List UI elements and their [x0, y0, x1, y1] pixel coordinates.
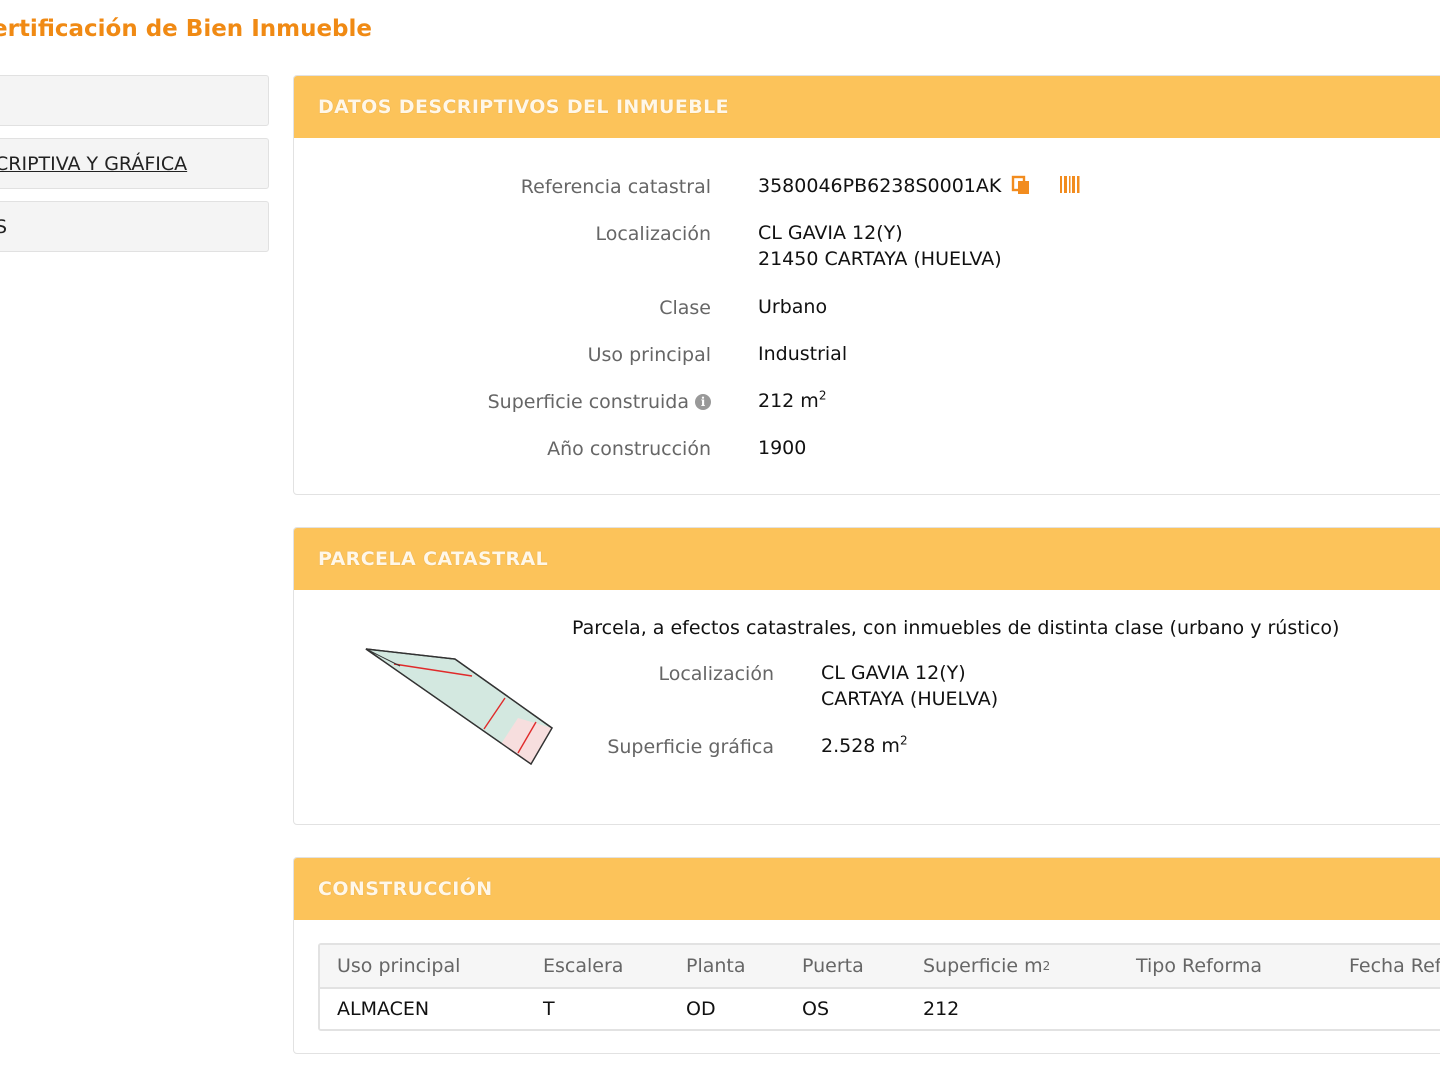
parcela-localizacion-label: Localización — [658, 663, 774, 685]
superficie-grafica-value: 2.528 m2 — [821, 733, 908, 759]
cell-planta: OD — [686, 998, 716, 1020]
cell-puerta: OS — [802, 998, 830, 1020]
localizacion-label: Localización — [595, 223, 711, 245]
cell-superficie: 212 — [923, 998, 960, 1020]
sidebar-item-3[interactable]: S — [0, 201, 269, 252]
superficie-grafica-label: Superficie gráfica — [607, 736, 774, 758]
localizacion-value: CL GAVIA 12(Y) 21450 CARTAYA (HUELVA) — [758, 220, 1002, 272]
col-puerta: Puerta — [802, 955, 864, 977]
cell-uso-principal: ALMACEN — [337, 998, 430, 1020]
parcela-catastral-panel: PARCELA CATASTRAL Parcela, a efectos cat… — [293, 527, 1440, 825]
superficie-grafica-number: 2.528 m — [821, 735, 900, 757]
col-tipo-reforma: Tipo Reforma — [1136, 955, 1263, 977]
localizacion-line2: 21450 CARTAYA (HUELVA) — [758, 248, 1002, 270]
construccion-table: Uso principal Escalera Planta Puerta Sup… — [318, 943, 1440, 1031]
page: ertificación de Bien Inmueble CRIPTIVA Y… — [0, 0, 1440, 1080]
clase-value: Urbano — [758, 296, 828, 318]
col-escalera: Escalera — [543, 955, 624, 977]
copy-icon[interactable] — [1011, 175, 1031, 202]
parcela-localizacion-value: CL GAVIA 12(Y) CARTAYA (HUELVA) — [821, 660, 998, 712]
col-uso-principal: Uso principal — [337, 955, 461, 977]
sidebar-item-1[interactable] — [0, 75, 269, 126]
parcela-localizacion-line1: CL GAVIA 12(Y) — [821, 662, 966, 684]
superficie-exponent: 2 — [818, 388, 827, 403]
sidebar-item-label: CRIPTIVA Y GRÁFICA — [0, 152, 188, 175]
referencia-value-row: 3580046PB6238S0001AK — [758, 173, 1081, 202]
anio-construccion-value: 1900 — [758, 437, 807, 459]
clase-label: Clase — [659, 297, 711, 319]
table-row: ALMACEN T OD OS 212 — [320, 989, 1440, 1029]
table-header: Uso principal Escalera Planta Puerta Sup… — [320, 945, 1440, 989]
datos-descriptivos-panel: DATOS DESCRIPTIVOS DEL INMUEBLE Referenc… — [293, 75, 1440, 495]
superficie-grafica-exponent: 2 — [899, 733, 908, 748]
anio-construccion-label: Año construcción — [547, 438, 711, 460]
referencia-label: Referencia catastral — [520, 176, 711, 198]
info-icon[interactable]: i — [695, 394, 711, 410]
panel-header: DATOS DESCRIPTIVOS DEL INMUEBLE — [294, 76, 1440, 138]
uso-principal-label: Uso principal — [587, 344, 711, 366]
parcela-localizacion-line2: CARTAYA (HUELVA) — [821, 688, 999, 710]
col-superficie: Superficie m2 — [923, 955, 1051, 977]
superficie-construida-label: Superficie construida — [487, 391, 689, 413]
superficie-construida-number: 212 m — [758, 390, 819, 412]
panel-header: PARCELA CATASTRAL — [294, 528, 1440, 590]
cell-escalera: T — [543, 998, 555, 1020]
col-fecha-reforma: Fecha Ref — [1349, 955, 1440, 977]
parcela-description: Parcela, a efectos catastrales, con inmu… — [572, 617, 1340, 639]
panel-header: CONSTRUCCIÓN — [294, 858, 1440, 920]
sidebar-item-descriptiva-grafica[interactable]: CRIPTIVA Y GRÁFICA — [0, 138, 269, 189]
referencia-value[interactable]: 3580046PB6238S0001AK — [758, 175, 1001, 197]
superficie-construida-label-row: Superficie construida i — [294, 391, 711, 413]
construccion-panel: CONSTRUCCIÓN Uso principal Escalera Plan… — [293, 857, 1440, 1054]
sidebar-item-label: S — [0, 216, 7, 238]
barcode-icon[interactable] — [1059, 175, 1081, 202]
page-title: ertificación de Bien Inmueble — [0, 16, 373, 42]
localizacion-line1: CL GAVIA 12(Y) — [758, 222, 903, 244]
superficie-construida-value: 212 m2 — [758, 388, 826, 414]
col-superficie-label: Superficie m — [923, 955, 1043, 977]
col-planta: Planta — [686, 955, 746, 977]
sidebar: CRIPTIVA Y GRÁFICA S — [0, 75, 269, 264]
uso-principal-value: Industrial — [758, 343, 848, 365]
